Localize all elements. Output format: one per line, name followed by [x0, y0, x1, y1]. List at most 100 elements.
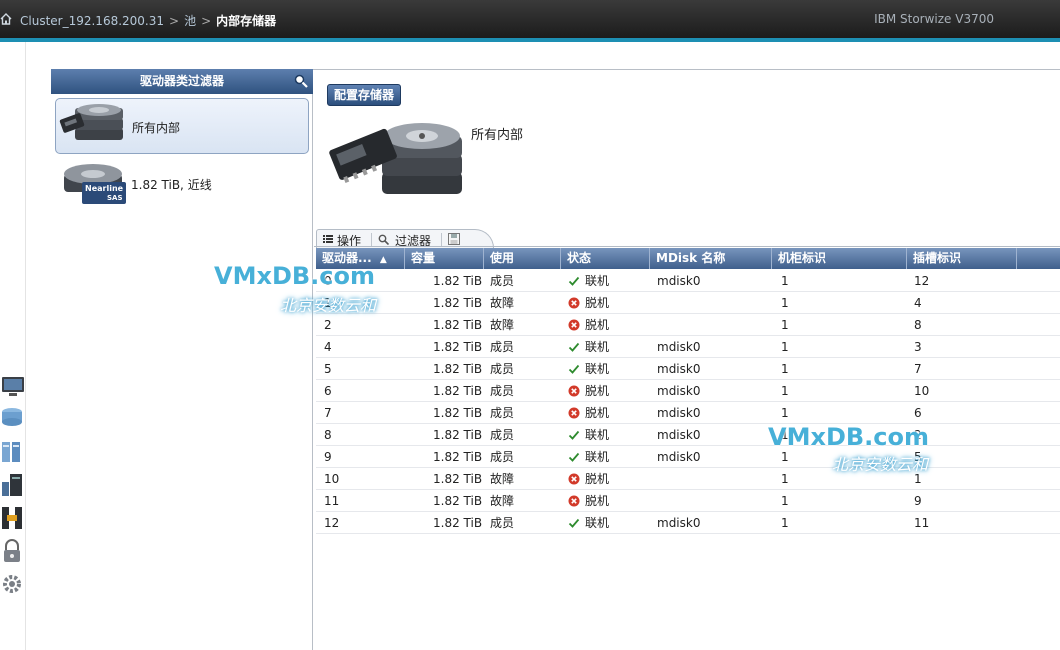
filter-panel-header: 驱动器类过滤器 — [51, 69, 313, 94]
cell-drive-id: 9 — [324, 450, 332, 464]
copy-services-icon[interactable] — [0, 504, 28, 532]
cell-capacity: 1.82 TiB — [433, 494, 483, 508]
search-icon[interactable] — [294, 74, 308, 88]
cell-use: 故障 — [490, 296, 515, 310]
filter-item-nearline[interactable]: Nearline SAS 1.82 TiB, 近线 — [55, 156, 309, 212]
cell-use: 故障 — [490, 472, 515, 486]
cell-drive-id: 1 — [324, 296, 332, 310]
table-row[interactable]: 5 1.82 TiB 成员 联机 mdisk0 1 7 — [316, 358, 1060, 380]
column-header-capacity[interactable]: 容量 — [405, 248, 484, 269]
checkmark-icon — [568, 276, 580, 286]
table-row[interactable]: 4 1.82 TiB 成员 联机 mdisk0 1 3 — [316, 336, 1060, 358]
cell-enclosure-id: 1 — [781, 494, 789, 508]
column-header-use[interactable]: 使用 — [484, 248, 561, 269]
cell-drive-id: 6 — [324, 384, 332, 398]
table-row[interactable]: 12 1.82 TiB 成员 联机 mdisk0 1 11 — [316, 512, 1060, 534]
table-row[interactable]: 7 1.82 TiB 成员 脱机 mdisk0 1 6 — [316, 402, 1060, 424]
breadcrumb-pools[interactable]: 池 — [184, 14, 196, 28]
table-row[interactable]: 8 1.82 TiB 成员 联机 mdisk0 1 2 — [316, 424, 1060, 446]
breadcrumb-cluster[interactable]: Cluster_192.168.200.31 — [20, 14, 164, 28]
filter-item-label: 所有内部 — [132, 121, 181, 135]
selected-filter-title: 所有内部 — [471, 128, 524, 143]
cell-slot-id: 2 — [914, 428, 922, 442]
cell-drive-id: 0 — [324, 274, 332, 288]
cell-enclosure-id: 1 — [781, 362, 789, 376]
cell-capacity: 1.82 TiB — [433, 318, 483, 332]
table-row[interactable]: 9 1.82 TiB 成员 联机 mdisk0 1 5 — [316, 446, 1060, 468]
cell-status: 联机 — [585, 274, 610, 288]
cell-status: 脱机 — [585, 406, 610, 420]
volumes-icon[interactable] — [0, 438, 28, 466]
cell-slot-id: 9 — [914, 494, 922, 508]
cell-use: 成员 — [490, 362, 515, 376]
settings-gear-icon[interactable] — [0, 570, 28, 598]
nearline-badge-bottom: SAS — [107, 194, 123, 202]
grid-top-border — [314, 246, 1060, 247]
home-icon[interactable] — [0, 12, 12, 26]
cell-status: 脱机 — [585, 318, 610, 332]
cell-capacity: 1.82 TiB — [433, 384, 483, 398]
cell-enclosure-id: 1 — [781, 516, 789, 530]
cell-use: 成员 — [490, 516, 515, 530]
column-header-enclosure-id[interactable]: 机柜标识 — [772, 248, 907, 269]
configure-storage-button[interactable]: 配置存储器 — [327, 84, 401, 106]
cell-enclosure-id: 1 — [781, 450, 789, 464]
cell-status: 联机 — [585, 340, 610, 354]
cell-mdisk-name: mdisk0 — [657, 362, 701, 376]
breadcrumb: Cluster_192.168.200.31 > 池 > 内部存储器 — [20, 12, 276, 29]
checkmark-icon — [568, 364, 580, 374]
column-header-mdisk-name[interactable]: MDisk 名称 — [650, 248, 772, 269]
column-header-drive-id[interactable]: 驱动器... ▲ — [316, 248, 405, 269]
cell-slot-id: 11 — [914, 516, 930, 530]
column-header-slot-id[interactable]: 插槽标识 — [907, 248, 1017, 269]
filter-item-label: 1.82 TiB, 近线 — [131, 178, 212, 192]
checkmark-icon — [568, 452, 580, 462]
drive-class-filter-panel: 驱动器类过滤器 所有内部 Nearline SAS 1.82 TiB, 近线 — [51, 69, 313, 650]
table-row[interactable]: 1 1.82 TiB 故障 脱机 1 4 — [316, 292, 1060, 314]
cell-status: 脱机 — [585, 472, 610, 486]
cell-enclosure-id: 1 — [781, 428, 789, 442]
column-header-status[interactable]: 状态 — [561, 248, 650, 269]
cell-slot-id: 1 — [914, 472, 922, 486]
error-x-icon — [568, 495, 580, 507]
error-x-icon — [568, 407, 580, 419]
cell-slot-id: 12 — [914, 274, 930, 288]
cell-use: 故障 — [490, 494, 515, 508]
cell-status: 联机 — [585, 516, 610, 530]
column-header-label: 驱动器... — [322, 251, 372, 265]
cell-status: 脱机 — [585, 296, 610, 310]
breadcrumb-current: 内部存储器 — [216, 14, 277, 28]
filter-panel-title: 驱动器类过滤器 — [139, 74, 224, 88]
pools-icon[interactable] — [0, 404, 28, 432]
filter-item-all-internal[interactable]: 所有内部 — [55, 98, 309, 154]
cell-slot-id: 3 — [914, 340, 922, 354]
table-row[interactable]: 10 1.82 TiB 故障 脱机 1 1 — [316, 468, 1060, 490]
table-row[interactable]: 6 1.82 TiB 成员 脱机 mdisk0 1 10 — [316, 380, 1060, 402]
top-bar: Cluster_192.168.200.31 > 池 > 内部存储器 IBM Storw… — [0, 0, 1060, 38]
hosts-icon[interactable] — [0, 472, 28, 500]
sort-ascending-icon: ▲ — [379, 255, 387, 265]
cell-drive-id: 5 — [324, 362, 332, 376]
table-row[interactable]: 0 1.82 TiB 成员 联机 mdisk0 1 12 — [316, 270, 1060, 292]
table-row[interactable]: 11 1.82 TiB 故障 脱机 1 9 — [316, 490, 1060, 512]
cell-enclosure-id: 1 — [781, 406, 789, 420]
cell-drive-id: 8 — [324, 428, 332, 442]
checkmark-icon — [568, 342, 580, 352]
access-lock-icon[interactable] — [0, 538, 28, 566]
floppy-disk-icon[interactable] — [448, 233, 460, 245]
cell-capacity: 1.82 TiB — [433, 296, 483, 310]
cell-slot-id: 6 — [914, 406, 922, 420]
grid-header: 驱动器... ▲ 容量 使用 状态 MDisk 名称 机柜标识 插槽标识 — [316, 248, 1060, 269]
table-row[interactable]: 2 1.82 TiB 故障 脱机 1 8 — [316, 314, 1060, 336]
cell-slot-id: 7 — [914, 362, 922, 376]
cell-slot-id: 8 — [914, 318, 922, 332]
cell-mdisk-name: mdisk0 — [657, 450, 701, 464]
cell-capacity: 1.82 TiB — [433, 274, 483, 288]
cell-status: 脱机 — [585, 384, 610, 398]
cell-capacity: 1.82 TiB — [433, 406, 483, 420]
monitoring-icon[interactable] — [0, 372, 28, 400]
cell-drive-id: 12 — [324, 516, 340, 530]
cell-drive-id: 7 — [324, 406, 332, 420]
cell-mdisk-name: mdisk0 — [657, 406, 701, 420]
toolbar-divider — [441, 233, 442, 246]
